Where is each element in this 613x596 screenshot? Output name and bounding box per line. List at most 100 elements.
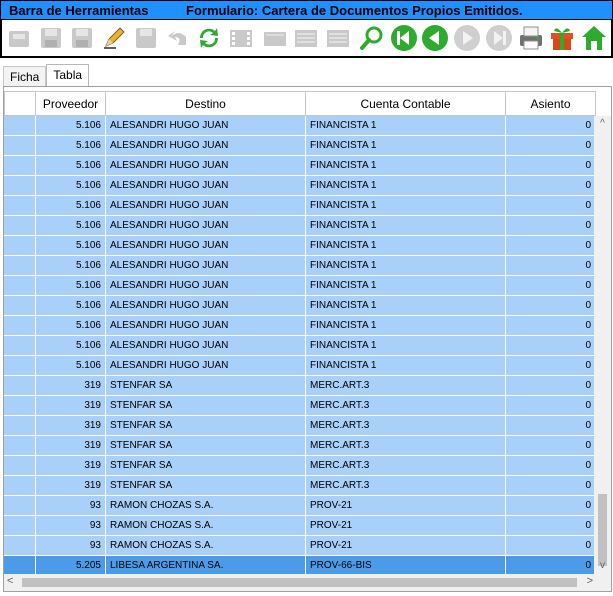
cell-asiento[interactable]: 0 — [506, 176, 596, 196]
table-row[interactable]: 93 RAMON CHOZAS S.A. PROV-21 0 — [4, 516, 596, 536]
cell-destino[interactable]: STENFAR SA — [106, 416, 306, 436]
cell-cuenta-contable[interactable]: MERC.ART.3 — [306, 476, 506, 496]
cell-proveedor[interactable]: 5.106 — [36, 256, 106, 276]
cell-cuenta-contable[interactable]: PROV-21 — [306, 536, 506, 556]
cell-cuenta-contable[interactable]: FINANCISTA 1 — [306, 196, 506, 216]
vertical-scroll-thumb[interactable] — [598, 494, 607, 566]
table-row[interactable]: 93 RAMON CHOZAS S.A. PROV-21 0 — [4, 496, 596, 516]
table-row[interactable]: 319 STENFAR SA MERC.ART.3 0 — [4, 376, 596, 396]
table-row[interactable]: 5.106 ALESANDRI HUGO JUAN FINANCISTA 10 — [4, 296, 596, 316]
row-selector[interactable] — [4, 536, 36, 556]
undo-icon[interactable] — [163, 23, 193, 53]
cell-destino[interactable]: ALESANDRI HUGO JUAN — [106, 216, 306, 236]
cell-asiento[interactable]: 0 — [506, 156, 596, 176]
cell-cuenta-contable[interactable]: FINANCISTA 1 — [306, 256, 506, 276]
cell-asiento[interactable]: 0 — [506, 456, 596, 476]
cell-cuenta-contable[interactable]: FINANCISTA 1 — [306, 316, 506, 336]
cell-asiento[interactable]: 0 — [506, 476, 596, 496]
row-selector[interactable] — [4, 296, 36, 316]
cell-proveedor[interactable]: 5.106 — [36, 236, 106, 256]
cell-proveedor[interactable]: 5.106 — [36, 296, 106, 316]
cell-asiento[interactable]: 0 — [506, 376, 596, 396]
table-row[interactable]: 5.106 ALESANDRI HUGO JUAN FINANCISTA 10 — [4, 156, 596, 176]
table-row[interactable]: 5.106 ALESANDRI HUGO JUAN FINANCISTA 10 — [4, 196, 596, 216]
table-row[interactable]: 5.106 ALESANDRI HUGO JUAN FINANCISTA 10 — [4, 356, 596, 376]
cell-asiento[interactable]: 0 — [506, 116, 596, 136]
table-row[interactable]: 319 STENFAR SA MERC.ART.3 0 — [4, 476, 596, 496]
row-selector[interactable] — [4, 376, 36, 396]
row-selector[interactable] — [4, 456, 36, 476]
cell-proveedor[interactable]: 5.106 — [36, 356, 106, 376]
cell-destino[interactable]: ALESANDRI HUGO JUAN — [106, 356, 306, 376]
cell-destino[interactable]: ALESANDRI HUGO JUAN — [106, 176, 306, 196]
cell-proveedor[interactable]: 5.205 — [36, 556, 106, 576]
row-selector[interactable] — [4, 236, 36, 256]
cell-cuenta-contable[interactable]: FINANCISTA 1 — [306, 336, 506, 356]
row-selector[interactable] — [4, 496, 36, 516]
table-row[interactable]: 93 RAMON CHOZAS S.A. PROV-21 0 — [4, 536, 596, 556]
list-icon[interactable] — [292, 23, 322, 53]
row-selector[interactable] — [4, 116, 36, 136]
cell-asiento[interactable]: 0 — [506, 216, 596, 236]
table-row[interactable]: 5.106 ALESANDRI HUGO JUAN FINANCISTA 10 — [4, 176, 596, 196]
cell-cuenta-contable[interactable]: FINANCISTA 1 — [306, 236, 506, 256]
cell-cuenta-contable[interactable]: MERC.ART.3 — [306, 416, 506, 436]
cell-asiento[interactable]: 0 — [506, 196, 596, 216]
table-row[interactable]: 319 STENFAR SA MERC.ART.3 0 — [4, 416, 596, 436]
cell-destino[interactable]: ALESANDRI HUGO JUAN — [106, 156, 306, 176]
cell-asiento[interactable]: 0 — [506, 296, 596, 316]
cell-asiento[interactable]: 0 — [506, 276, 596, 296]
table-row[interactable]: 5.106 ALESANDRI HUGO JUAN FINANCISTA 10 — [4, 256, 596, 276]
tab-ficha[interactable]: Ficha — [3, 66, 47, 86]
row-selector[interactable] — [4, 516, 36, 536]
card-icon[interactable] — [260, 23, 290, 53]
table-row[interactable]: 319 STENFAR SA MERC.ART.3 0 — [4, 436, 596, 456]
row-selector[interactable] — [4, 476, 36, 496]
home-icon[interactable] — [579, 23, 609, 53]
cell-destino[interactable]: STENFAR SA — [106, 396, 306, 416]
save-as-icon[interactable] — [67, 23, 97, 53]
row-selector[interactable] — [4, 416, 36, 436]
cell-destino[interactable]: RAMON CHOZAS S.A. — [106, 496, 306, 516]
cell-proveedor[interactable]: 5.106 — [36, 276, 106, 296]
cell-asiento[interactable]: 0 — [506, 396, 596, 416]
row-selector[interactable] — [4, 356, 36, 376]
last-record-icon[interactable] — [484, 23, 514, 53]
cell-cuenta-contable[interactable]: FINANCISTA 1 — [306, 296, 506, 316]
cell-proveedor[interactable]: 93 — [36, 496, 106, 516]
row-selector[interactable] — [4, 196, 36, 216]
vertical-scrollbar[interactable]: ^ v — [594, 116, 611, 576]
cell-destino[interactable]: STENFAR SA — [106, 456, 306, 476]
cell-asiento[interactable]: 0 — [506, 536, 596, 556]
cell-destino[interactable]: ALESANDRI HUGO JUAN — [106, 316, 306, 336]
next-record-icon[interactable] — [452, 23, 482, 53]
row-selector[interactable] — [4, 176, 36, 196]
cell-destino[interactable]: RAMON CHOZAS S.A. — [106, 536, 306, 556]
cell-asiento[interactable]: 0 — [506, 556, 596, 576]
cell-asiento[interactable]: 0 — [506, 516, 596, 536]
cell-asiento[interactable]: 0 — [506, 256, 596, 276]
cell-proveedor[interactable]: 5.106 — [36, 316, 106, 336]
cell-destino[interactable]: ALESANDRI HUGO JUAN — [106, 256, 306, 276]
cell-proveedor[interactable]: 5.106 — [36, 196, 106, 216]
row-selector[interactable] — [4, 256, 36, 276]
first-record-icon[interactable] — [389, 23, 419, 53]
cell-proveedor[interactable]: 319 — [36, 476, 106, 496]
row-selector[interactable] — [4, 216, 36, 236]
save-copy-icon[interactable] — [131, 23, 161, 53]
header-destino[interactable]: Destino — [106, 91, 306, 116]
header-cuenta-contable[interactable]: Cuenta Contable — [306, 91, 506, 116]
cell-proveedor[interactable]: 5.106 — [36, 216, 106, 236]
cell-proveedor[interactable]: 5.106 — [36, 156, 106, 176]
cell-proveedor[interactable]: 319 — [36, 396, 106, 416]
cell-cuenta-contable[interactable]: FINANCISTA 1 — [306, 116, 506, 136]
print-icon[interactable] — [516, 23, 546, 53]
cell-proveedor[interactable]: 319 — [36, 376, 106, 396]
table-row[interactable]: 5.106 ALESANDRI HUGO JUAN FINANCISTA 10 — [4, 276, 596, 296]
cell-cuenta-contable[interactable]: FINANCISTA 1 — [306, 176, 506, 196]
table-row[interactable]: 5.106 ALESANDRI HUGO JUAN FINANCISTA 10 — [4, 236, 596, 256]
cell-proveedor[interactable]: 5.106 — [36, 116, 106, 136]
cell-asiento[interactable]: 0 — [506, 496, 596, 516]
table-row[interactable]: 5.106 ALESANDRI HUGO JUAN FINANCISTA 10 — [4, 316, 596, 336]
previous-record-icon[interactable] — [421, 23, 451, 53]
